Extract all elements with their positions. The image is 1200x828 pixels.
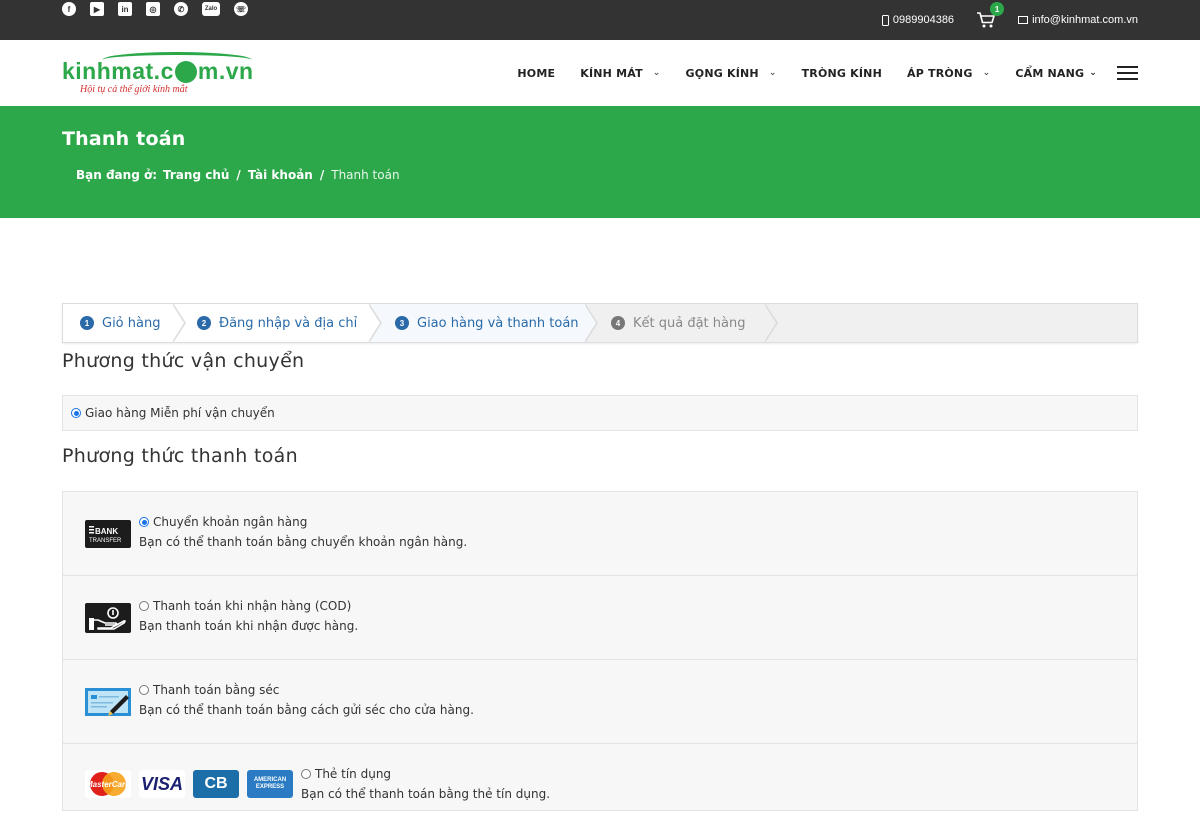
card-brand-amex: AMERICAN EXPRESS: [247, 770, 293, 798]
cart-count-badge: 1: [990, 2, 1005, 16]
nav-label: GỌNG KÍNH: [685, 66, 759, 80]
chevron-down-icon: ⌄: [652, 68, 661, 78]
step-cart[interactable]: 1 Giỏ hàng: [63, 304, 186, 342]
payment-description: Bạn có thể thanh toán bằng thẻ tín dụng.: [301, 787, 551, 801]
nav-gong-kinh[interactable]: GỌNG KÍNH ⌄: [686, 67, 777, 80]
phone-link[interactable]: 0989904386: [881, 14, 955, 26]
checkout-steps: 1 Giỏ hàng 2 Đăng nhập và địa chỉ 3 Giao…: [62, 303, 1138, 343]
youtube-icon[interactable]: ▶: [90, 2, 104, 16]
step-label: Kết quả đặt hàng: [633, 315, 746, 331]
chevron-down-icon: ⌄: [1089, 68, 1097, 78]
svg-text:BANK: BANK: [95, 527, 118, 536]
cash-on-delivery-icon: [85, 603, 131, 633]
breadcrumb-separator: /: [236, 168, 241, 182]
payment-section-title: Phương thức thanh toán: [62, 445, 298, 467]
phone-number: 0989904386: [892, 14, 955, 26]
breadcrumb-prefix: Bạn đang ở:: [76, 168, 158, 182]
payment-label: Thanh toán bằng séc: [153, 683, 280, 697]
site-header: kinhmat.c m.vn Hội tụ cả thế giới kính mắ…: [0, 40, 1200, 106]
step-shipping-payment[interactable]: 3 Giao hàng và thanh toán: [369, 304, 598, 342]
step-number: 3: [395, 316, 409, 330]
payment-method-bank[interactable]: BANK TRANSFER Chuyển khoản ngân hàng Bạn…: [63, 492, 1137, 576]
payment-method-cheque[interactable]: Thanh toán bằng séc Bạn có thể thanh toá…: [63, 660, 1137, 744]
mail-icon: [1018, 16, 1029, 24]
step-label: Đăng nhập và địa chỉ: [219, 315, 358, 331]
payment-radio[interactable]: [139, 601, 149, 611]
nav-label: KÍNH MÁT: [580, 66, 643, 80]
main-nav: HOME KÍNH MÁT ⌄ GỌNG KÍNH ⌄ TRÒNG KÍNH ÁP …: [492, 40, 1138, 106]
shipping-option-label: Giao hàng Miễn phí vận chuyển: [85, 406, 275, 420]
payment-label: Thanh toán khi nhận hàng (COD): [153, 599, 352, 613]
step-label: Giỏ hàng: [102, 315, 161, 331]
breadcrumb-current: Thanh toán: [331, 168, 400, 182]
payment-description: Bạn có thể thanh toán bằng chuyển khoản …: [139, 535, 468, 549]
chevron-down-icon: ⌄: [982, 68, 991, 78]
nav-label: TRÒNG KÍNH: [801, 66, 882, 80]
whatsapp-icon[interactable]: ✆: [174, 2, 188, 16]
mastercard-icon: MasterCard: [85, 770, 131, 798]
breadcrumb-separator: /: [319, 168, 325, 182]
payment-methods: BANK TRANSFER Chuyển khoản ngân hàng Bạn…: [62, 491, 1138, 811]
logo-text-b: m.vn: [197, 58, 254, 84]
viber-icon[interactable]: ☏: [234, 2, 248, 16]
shipping-section-title: Phương thức vận chuyển: [62, 350, 305, 372]
shipping-option[interactable]: Giao hàng Miễn phí vận chuyển: [62, 395, 1138, 431]
nav-trong-kinh[interactable]: TRÒNG KÍNH: [802, 67, 882, 80]
payment-radio[interactable]: [139, 685, 149, 695]
facebook-icon[interactable]: f: [62, 2, 76, 16]
nav-cam-nang[interactable]: CẨM NANG ⌄: [1015, 67, 1097, 80]
email-address: info@kinhmat.com.vn: [1032, 14, 1138, 26]
card-brand-cb: CB: [193, 770, 239, 798]
payment-radio[interactable]: [301, 769, 311, 779]
page-banner: Thanh toán Bạn đang ở: Trang chủ / Tài k…: [0, 106, 1200, 218]
cart-button[interactable]: 1: [976, 2, 1005, 29]
breadcrumb-account[interactable]: Tài khoản: [248, 168, 313, 182]
logo-tagline: Hội tụ cả thế giới kính mắt: [80, 84, 188, 95]
top-bar: f ▶ in ◎ ✆ Zalo ☏ 0989904386 1 info@kinh…: [0, 0, 1200, 40]
instagram-icon[interactable]: ◎: [146, 2, 160, 16]
card-brand-visa: VISA: [139, 770, 185, 798]
page-title: Thanh toán: [62, 128, 186, 150]
phone-icon: [881, 14, 889, 26]
breadcrumb-home[interactable]: Trang chủ: [163, 168, 229, 182]
nav-label: CẨM NANG: [1015, 66, 1085, 80]
credit-cards-icon: MasterCard VISA CB AMERICAN EXPRESS: [85, 770, 293, 798]
zalo-icon[interactable]: Zalo: [202, 2, 220, 16]
social-links: f ▶ in ◎ ✆ Zalo ☏: [62, 2, 248, 16]
bank-transfer-icon: BANK TRANSFER: [85, 520, 131, 548]
nav-kinh-mat[interactable]: KÍNH MÁT ⌄: [580, 67, 660, 80]
payment-description: Bạn thanh toán khi nhận được hàng.: [139, 619, 359, 633]
menu-icon[interactable]: [1117, 66, 1138, 80]
payment-radio[interactable]: [139, 517, 149, 527]
payment-method-cod[interactable]: Thanh toán khi nhận hàng (COD) Bạn thanh…: [63, 576, 1137, 660]
nav-label: ÁP TRÒNG: [907, 66, 973, 80]
site-logo[interactable]: kinhmat.c m.vn Hội tụ cả thế giới kính mắ…: [62, 52, 278, 96]
email-link[interactable]: info@kinhmat.com.vn: [1018, 14, 1138, 26]
payment-label: Chuyển khoản ngân hàng: [153, 515, 308, 529]
logo-text-a: kinhmat.c: [62, 58, 174, 84]
nav-ap-trong[interactable]: ÁP TRÒNG ⌄: [907, 67, 990, 80]
shipping-radio[interactable]: [71, 408, 81, 418]
nav-label: HOME: [517, 66, 556, 80]
step-number: 2: [197, 316, 211, 330]
chevron-down-icon: ⌄: [768, 68, 777, 78]
step-login-address[interactable]: 2 Đăng nhập và địa chỉ: [173, 304, 382, 342]
nav-home[interactable]: HOME: [517, 67, 555, 80]
payment-method-credit-card[interactable]: MasterCard VISA CB AMERICAN EXPRESS Thẻ …: [63, 744, 1137, 828]
breadcrumb: Bạn đang ở: Trang chủ / Tài khoản / Than…: [76, 168, 400, 182]
step-number: 1: [80, 316, 94, 330]
step-label: Giao hàng và thanh toán: [417, 315, 579, 331]
payment-description: Bạn có thể thanh toán bằng cách gửi séc …: [139, 703, 474, 717]
svg-text:TRANSFER: TRANSFER: [89, 538, 122, 544]
cheque-icon: [85, 688, 131, 716]
card-brand-mastercard: MasterCard: [86, 780, 131, 789]
linkedin-icon[interactable]: in: [118, 2, 132, 16]
globe-icon: [174, 61, 197, 83]
step-order-result: 4 Kết quả đặt hàng: [585, 304, 778, 342]
step-number: 4: [611, 316, 625, 330]
payment-label: Thẻ tín dụng: [315, 767, 392, 781]
